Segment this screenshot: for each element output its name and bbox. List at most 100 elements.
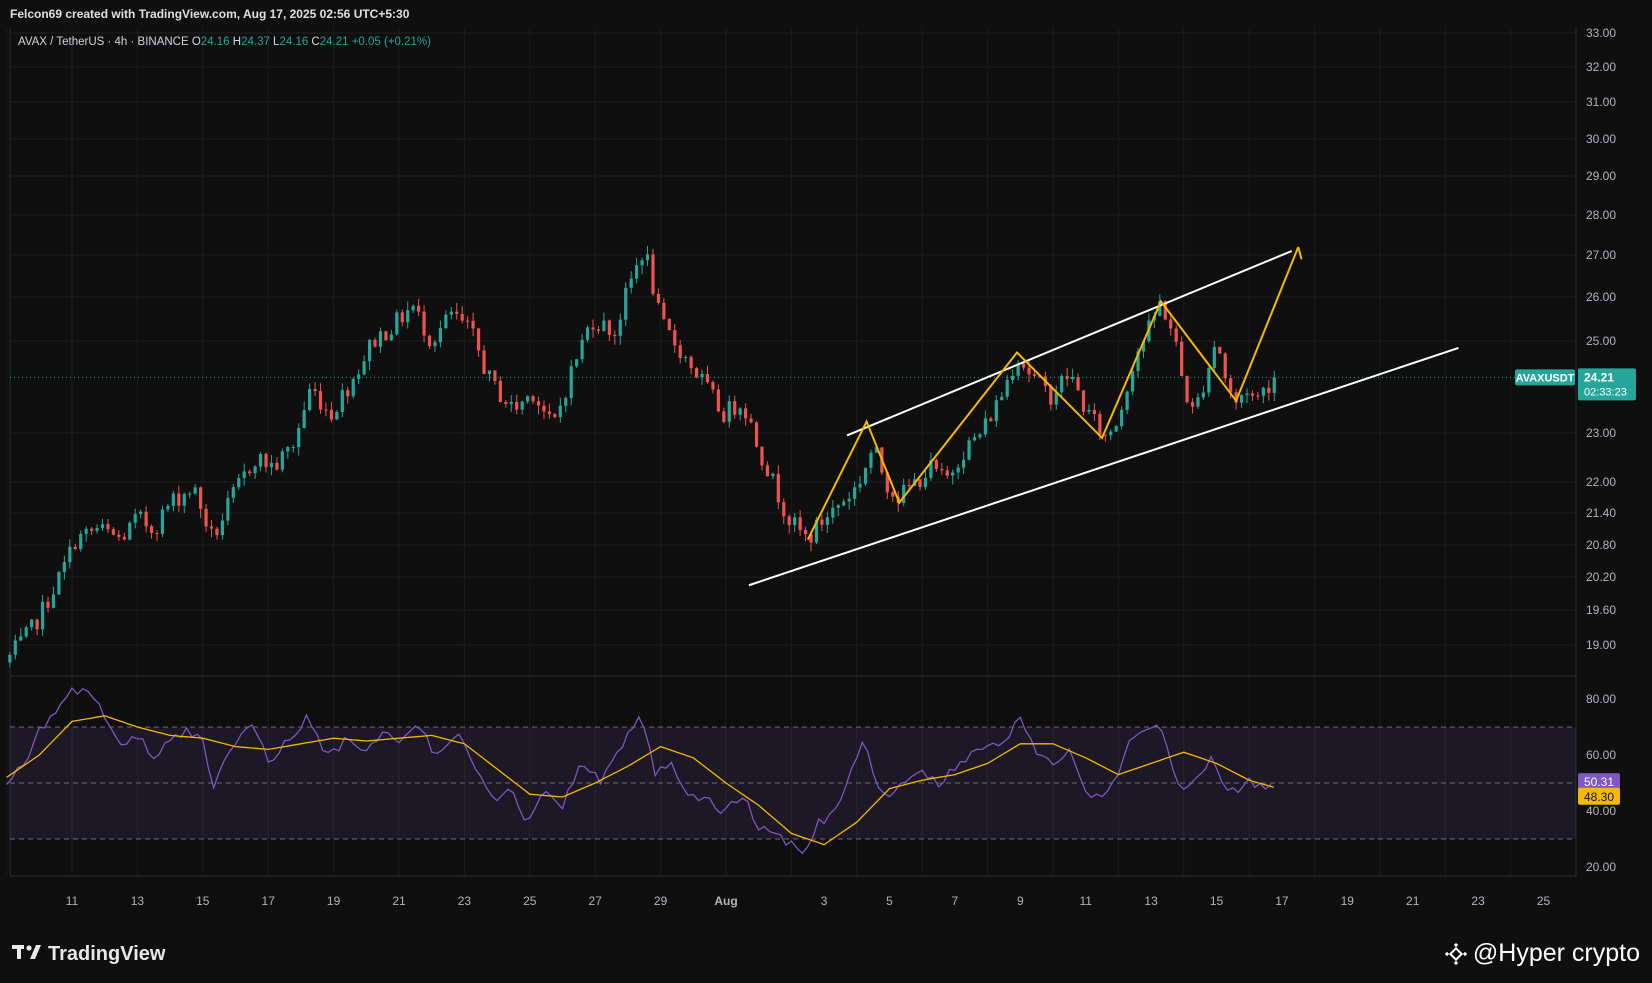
candle-body bbox=[318, 391, 323, 410]
candle-body bbox=[1272, 377, 1276, 393]
candle-body bbox=[40, 601, 45, 630]
legend-part: +0.05 (+0.21%) bbox=[349, 36, 432, 48]
candle-body bbox=[335, 411, 339, 420]
candle-body bbox=[226, 497, 230, 521]
chart-area[interactable]: 33.00 32.00 31.00 30.00 29.00 28.00 27.00 26.00… bbox=[0, 28, 1652, 921]
candle-body bbox=[618, 319, 622, 336]
candle-body bbox=[700, 374, 704, 378]
candle-body bbox=[248, 471, 252, 474]
binance-icon bbox=[1444, 942, 1468, 965]
candle-body bbox=[389, 334, 393, 341]
candle-body bbox=[160, 509, 165, 534]
candle-body bbox=[831, 507, 835, 518]
x-tick-label: 9 bbox=[1017, 894, 1024, 908]
candle-body bbox=[308, 389, 312, 411]
candle-body bbox=[1169, 319, 1173, 329]
candle-body bbox=[313, 389, 317, 392]
candle-body bbox=[13, 640, 17, 655]
candle-body bbox=[422, 311, 426, 336]
price-tick-label: 19.00 bbox=[1586, 638, 1616, 652]
tradingview-logo[interactable]: TradingView bbox=[12, 941, 165, 967]
candle-body bbox=[258, 453, 263, 467]
candle-body bbox=[553, 413, 557, 418]
candle-body bbox=[1229, 378, 1233, 393]
candle-body bbox=[1120, 409, 1124, 427]
candle-body bbox=[400, 312, 404, 323]
candle-body bbox=[117, 534, 121, 537]
candle-body bbox=[940, 469, 944, 471]
tradingview-brand: TradingView bbox=[48, 942, 166, 965]
candle-body bbox=[771, 473, 775, 477]
price-tick-label: 23.00 bbox=[1586, 426, 1616, 440]
candle-body bbox=[765, 465, 770, 477]
candle-body bbox=[547, 411, 552, 414]
candle-body bbox=[853, 487, 857, 499]
candle-body bbox=[869, 452, 873, 468]
candle-body bbox=[1196, 397, 1200, 407]
candle-body bbox=[242, 471, 246, 478]
candle-body bbox=[438, 328, 443, 343]
candle-body bbox=[613, 334, 617, 336]
candle-body bbox=[177, 493, 181, 506]
price-tick-label: 28.00 bbox=[1586, 208, 1616, 222]
candle-body bbox=[934, 460, 938, 470]
candle-body bbox=[651, 254, 655, 294]
candle-body bbox=[596, 329, 601, 331]
candle-body bbox=[1092, 409, 1097, 415]
candle-body bbox=[918, 479, 922, 488]
x-tick-label: 11 bbox=[66, 894, 79, 908]
candle-body bbox=[378, 331, 383, 347]
candle-body bbox=[351, 378, 355, 397]
candle-body bbox=[1245, 393, 1249, 396]
candle-body bbox=[122, 536, 126, 540]
candle-body bbox=[73, 546, 77, 549]
candle-body bbox=[1027, 367, 1031, 375]
x-tick-label: 5 bbox=[886, 894, 893, 908]
candle-body bbox=[237, 477, 241, 488]
price-tick-label: 32.00 bbox=[1586, 60, 1616, 74]
price-tick-label: 26.00 bbox=[1586, 290, 1616, 304]
candle-body bbox=[395, 312, 399, 335]
candle-body bbox=[776, 473, 780, 503]
candle-body bbox=[793, 517, 797, 526]
x-tick-label: 7 bbox=[952, 894, 959, 908]
x-tick-label: 17 bbox=[1275, 894, 1289, 908]
candle-body bbox=[384, 331, 388, 341]
candle-body bbox=[1201, 392, 1206, 398]
candle-body bbox=[193, 487, 197, 494]
candle-body bbox=[956, 467, 960, 473]
candle-body bbox=[1180, 341, 1184, 376]
candle-body bbox=[95, 528, 99, 531]
candle-body bbox=[1011, 375, 1015, 380]
price-tick-label: 25.00 bbox=[1586, 334, 1616, 348]
legend-part: 24.16 bbox=[201, 36, 230, 48]
candle-body bbox=[62, 562, 66, 573]
candle-body bbox=[340, 390, 344, 412]
candle-body bbox=[182, 494, 186, 506]
candle-body bbox=[493, 370, 497, 381]
candle-body bbox=[569, 366, 573, 399]
candle-body bbox=[144, 511, 148, 527]
candle-body bbox=[231, 487, 235, 498]
candle-body bbox=[220, 520, 225, 536]
candle-body bbox=[673, 330, 677, 346]
candle-body bbox=[433, 342, 437, 347]
candle-body bbox=[907, 484, 911, 486]
price-tick-label: 30.00 bbox=[1586, 132, 1616, 146]
candle-body bbox=[1114, 426, 1118, 432]
candle-body bbox=[471, 320, 475, 329]
candle-body bbox=[536, 401, 541, 406]
candle-body bbox=[1223, 353, 1227, 379]
candle-body bbox=[1071, 377, 1075, 380]
price-tick-label: 21.40 bbox=[1586, 506, 1616, 520]
candle-body bbox=[645, 254, 650, 261]
candle-body bbox=[526, 396, 530, 402]
watermark: @Hyper crypto bbox=[1444, 939, 1640, 968]
rsi-tick-label: 60.00 bbox=[1586, 748, 1616, 762]
legend-part: 24.16 bbox=[279, 36, 308, 48]
candle-body bbox=[684, 356, 688, 358]
candle-body bbox=[24, 627, 28, 637]
candle-body bbox=[324, 409, 328, 411]
candle-body bbox=[68, 546, 72, 563]
candle-body bbox=[1267, 387, 1271, 393]
